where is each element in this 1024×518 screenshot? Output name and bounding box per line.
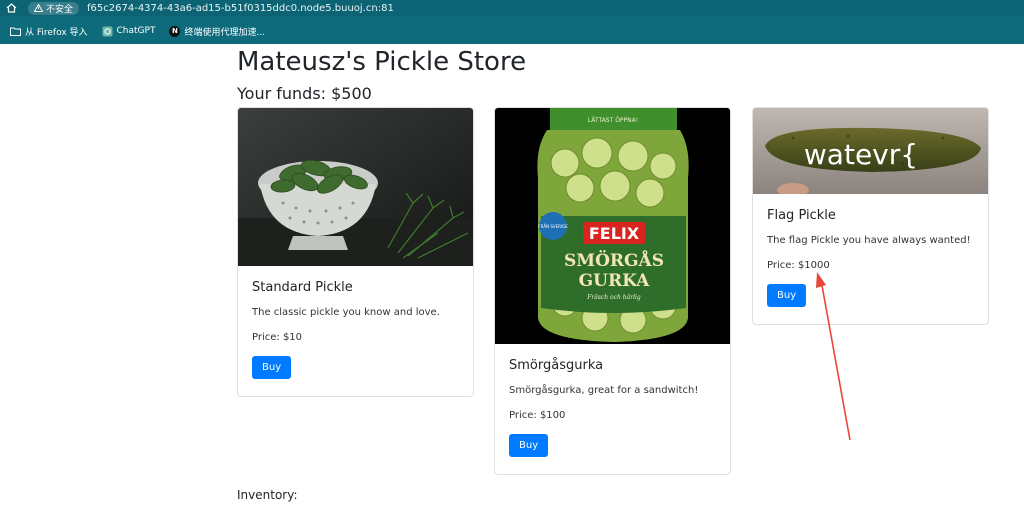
inventory-heading: Inventory:	[237, 488, 298, 502]
url-text[interactable]: f65c2674-4374-43a6-ad15-b51f0315ddc0.nod…	[87, 3, 394, 14]
bookmark-label: ChatGPT	[116, 26, 156, 36]
bookmark-label: 终端使用代理加速...	[184, 27, 266, 38]
bookmarks-bar: 从 Firefox 导入 ChatGPT N 终端使用代理加速...	[0, 20, 1024, 42]
jar-brand-text: FELIX	[589, 224, 640, 243]
bookmark-proxy[interactable]: N 终端使用代理加速...	[169, 25, 265, 38]
product-description: The classic pickle you know and love.	[252, 307, 440, 318]
card-body: Smörgåsgurka Smörgåsgurka, great for a s…	[495, 344, 730, 471]
bookmark-firefox-import[interactable]: 从 Firefox 导入	[10, 25, 88, 38]
product-description: The flag Pickle you have always wanted!	[767, 235, 971, 246]
buy-button-standard-pickle[interactable]: Buy	[252, 356, 292, 379]
buy-button-flag-pickle[interactable]: Buy	[767, 284, 807, 307]
standard-pickle-image	[238, 108, 473, 266]
jar-lid-text: LÄTTAST ÖPPNA!	[588, 117, 638, 124]
jar-line1-text: SMÖRGÅS	[564, 249, 664, 271]
buy-button-smorgasgurka[interactable]: Buy	[509, 434, 549, 457]
card-body: Flag Pickle The flag Pickle you have alw…	[753, 194, 988, 321]
browser-chrome: 不安全 f65c2674-4374-43a6-ad15-b51f0315ddc0…	[0, 0, 1024, 44]
product-price: Price: $1000	[767, 260, 830, 271]
product-price: Price: $10	[252, 332, 303, 343]
jar-script-text: Fräsch och härlig	[586, 294, 641, 301]
product-description: Smörgåsgurka, great for a sandwitch!	[509, 385, 699, 396]
warning-icon	[34, 4, 43, 12]
bookmark-chatgpt[interactable]: ChatGPT	[102, 26, 156, 37]
product-name: Smörgåsgurka	[509, 358, 604, 373]
bookmark-label: 从 Firefox 导入	[25, 27, 88, 38]
flag-pickle-image: watevr{	[753, 108, 988, 194]
n-badge-icon: N	[169, 25, 181, 37]
product-name: Standard Pickle	[252, 280, 353, 295]
address-bar[interactable]: 不安全 f65c2674-4374-43a6-ad15-b51f0315ddc0…	[0, 0, 1024, 16]
product-price: Price: $100	[509, 410, 566, 421]
smorgasgurka-image: LÄTTAST ÖPPNA! FELIX SMÖRGÅS GURKA Fräsc…	[495, 108, 730, 344]
funds-display: Your funds: $500	[237, 84, 372, 103]
product-card-flag-pickle: watevr{ Flag Pickle The flag Pickle you …	[752, 107, 989, 325]
folder-icon	[10, 26, 21, 37]
security-label: 不安全	[46, 4, 74, 15]
chatgpt-icon	[102, 26, 113, 37]
security-indicator[interactable]: 不安全	[28, 1, 80, 15]
product-name: Flag Pickle	[767, 208, 836, 223]
page-content: Mateusz's Pickle Store Your funds: $500	[0, 44, 1024, 518]
product-card-smorgasgurka: LÄTTAST ÖPPNA! FELIX SMÖRGÅS GURKA Fräsc…	[494, 107, 731, 475]
card-body: Standard Pickle The classic pickle you k…	[238, 266, 473, 393]
flag-image-text: watevr{	[804, 138, 918, 171]
page-title: Mateusz's Pickle Store	[237, 47, 527, 77]
jar-line2-text: GURKA	[579, 271, 651, 291]
product-card-standard-pickle: Standard Pickle The classic pickle you k…	[237, 107, 474, 397]
home-icon[interactable]	[4, 2, 18, 14]
jar-badge-text: FRÅN SVERIGE	[538, 224, 568, 229]
